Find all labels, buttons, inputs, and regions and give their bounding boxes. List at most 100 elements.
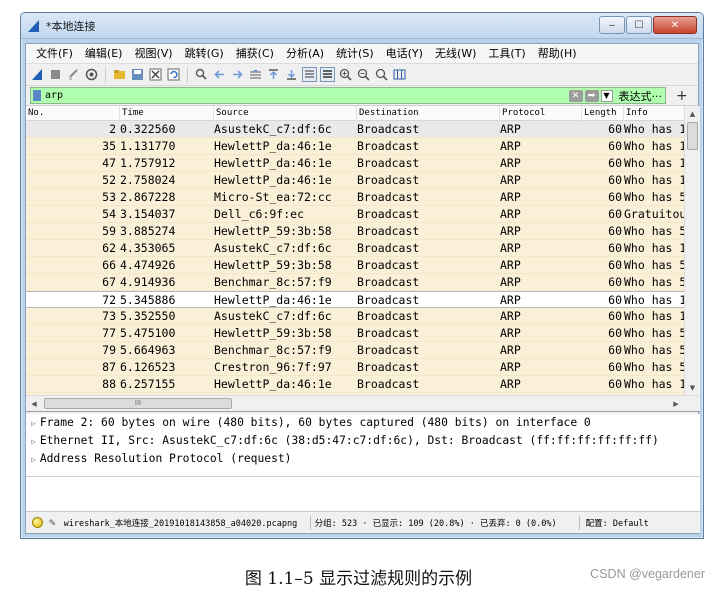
horizontal-scrollbar-thumb[interactable]: III xyxy=(44,398,232,409)
cell-info: Gratuitou xyxy=(624,207,684,221)
scrollbar-thumb[interactable] xyxy=(687,122,698,150)
expand-triangle-icon[interactable]: ▷ xyxy=(31,455,36,464)
profile-selector[interactable]: 配置: Default xyxy=(586,517,649,529)
column-header-length[interactable]: Length xyxy=(582,106,624,121)
table-row[interactable]: 72 5.345886 HewlettP_da:46:1e Broadcast ARP 6… xyxy=(26,291,684,308)
goto-icon[interactable] xyxy=(248,67,263,82)
menu-item[interactable]: 捕获(C) xyxy=(230,44,280,64)
title-bar[interactable]: *本地连接 ‒ ☐ ✕ xyxy=(21,13,703,39)
display-filter-input[interactable] xyxy=(45,90,565,101)
table-row[interactable]: 88 6.257155 HewlettP_da:46:1e Broadcast ARP 6… xyxy=(26,376,684,393)
cell-no: 77 xyxy=(102,326,116,340)
table-row[interactable]: 59 3.885274 HewlettP_59:3b:58 Broadcast ARP 6… xyxy=(26,223,684,240)
table-row[interactable]: 73 5.352550 AsustekC_c7:df:6c Broadcast ARP 6… xyxy=(26,308,684,325)
restart-icon[interactable] xyxy=(66,67,81,82)
menu-item[interactable]: 无线(W) xyxy=(429,44,482,64)
detail-ethernet[interactable]: ▷ Ethernet II, Src: AsustekC_c7:df:6c (38… xyxy=(26,432,700,450)
menu-item[interactable]: 跳转(G) xyxy=(179,44,230,64)
save-icon[interactable] xyxy=(130,67,145,82)
column-header-source[interactable]: Source xyxy=(214,106,357,121)
scroll-left-icon[interactable]: ◀ xyxy=(26,396,42,411)
colorize-icon[interactable] xyxy=(320,67,335,82)
stop-icon[interactable] xyxy=(48,67,63,82)
table-row[interactable]: 66 4.474926 HewlettP_59:3b:58 Broadcast ARP 6… xyxy=(26,257,684,274)
scroll-down-icon[interactable]: ▼ xyxy=(685,380,700,396)
options-gear-icon[interactable] xyxy=(84,67,99,82)
table-row[interactable]: 62 4.353065 AsustekC_c7:df:6c Broadcast ARP 6… xyxy=(26,240,684,257)
toolbar-separator xyxy=(105,66,106,83)
cell-info: Who has 1 xyxy=(624,139,684,153)
menu-item[interactable]: 帮助(H) xyxy=(532,44,583,64)
resize-columns-icon[interactable] xyxy=(392,67,407,82)
cell-source: AsustekC_c7:df:6c xyxy=(214,309,332,323)
close-file-icon[interactable] xyxy=(148,67,163,82)
find-icon[interactable] xyxy=(194,67,209,82)
cell-no: 66 xyxy=(102,258,116,272)
table-row[interactable]: 2 0.322560 AsustekC_c7:df:6c Broadcast ARP 60… xyxy=(26,121,684,138)
cell-source: HewlettP_59:3b:58 xyxy=(214,224,332,238)
menu-item[interactable]: 工具(T) xyxy=(482,44,531,64)
expand-triangle-icon[interactable]: ▷ xyxy=(31,437,36,446)
table-row[interactable]: 47 1.757912 HewlettP_da:46:1e Broadcast ARP 6… xyxy=(26,155,684,172)
table-row[interactable]: 35 1.131770 HewlettP_da:46:1e Broadcast ARP 6… xyxy=(26,138,684,155)
back-arrow-icon[interactable] xyxy=(212,67,227,82)
minimize-button[interactable]: ‒ xyxy=(599,16,625,34)
column-header-info[interactable]: Info xyxy=(624,106,684,121)
bookmark-icon[interactable] xyxy=(33,90,41,101)
menu-item[interactable]: 统计(S) xyxy=(330,44,380,64)
chevron-down-icon[interactable]: ▼ xyxy=(600,89,613,102)
first-packet-icon[interactable] xyxy=(266,67,281,82)
scroll-right-icon[interactable]: ▶ xyxy=(668,396,684,411)
autoscroll-icon[interactable] xyxy=(302,67,317,82)
capture-comment-icon[interactable]: ✎ xyxy=(49,516,56,529)
cell-no: 62 xyxy=(102,241,116,255)
column-header-time[interactable]: Time xyxy=(120,106,214,121)
expression-button[interactable]: 表达式··· xyxy=(619,88,663,104)
expand-triangle-icon[interactable]: ▷ xyxy=(31,419,36,428)
column-header-destination[interactable]: Destination xyxy=(357,106,500,121)
vertical-scrollbar[interactable]: ▲ ▼ xyxy=(684,106,700,396)
cell-time: 3.154037 xyxy=(120,207,176,221)
forward-arrow-icon[interactable] xyxy=(230,67,245,82)
zoom-in-icon[interactable] xyxy=(338,67,353,82)
zoom-normal-icon[interactable] xyxy=(374,67,389,82)
shark-fin-icon[interactable] xyxy=(30,67,45,82)
apply-filter-icon[interactable]: ➡ xyxy=(584,89,599,102)
cell-protocol: ARP xyxy=(500,258,521,272)
table-row[interactable]: 67 4.914936 Benchmar_8c:57:f9 Broadcast ARP 6… xyxy=(26,274,684,291)
close-button[interactable]: ✕ xyxy=(653,16,697,34)
zoom-out-icon[interactable] xyxy=(356,67,371,82)
pane-divider[interactable] xyxy=(26,476,700,477)
column-header-protocol[interactable]: Protocol xyxy=(500,106,582,121)
detail-frame[interactable]: ▷ Frame 2: 60 bytes on wire (480 bits), 6… xyxy=(26,414,700,432)
table-row[interactable]: 87 6.126523 Crestron_96:7f:97 Broadcast ARP 6… xyxy=(26,359,684,376)
toolbar-separator xyxy=(187,66,188,83)
expert-info-icon[interactable] xyxy=(32,517,43,528)
table-row[interactable]: 54 3.154037 Dell_c6:9f:ec Broadcast ARP 60 Gra… xyxy=(26,206,684,223)
table-row[interactable]: 53 2.867228 Micro-St_ea:72:cc Broadcast ARP 6… xyxy=(26,189,684,206)
cell-protocol: ARP xyxy=(500,207,521,221)
menu-item[interactable]: 视图(V) xyxy=(128,44,178,64)
table-row[interactable]: 77 5.475100 HewlettP_59:3b:58 Broadcast ARP 6… xyxy=(26,325,684,342)
menu-item[interactable]: 文件(F) xyxy=(30,44,79,64)
display-filter-field[interactable]: ✕ ➡ ▼ 表达式··· xyxy=(30,87,666,104)
add-filter-button[interactable]: + xyxy=(676,88,688,104)
menu-item[interactable]: 编辑(E) xyxy=(79,44,129,64)
maximize-button[interactable]: ☐ xyxy=(626,16,652,34)
detail-arp[interactable]: ▷ Address Resolution Protocol (request) xyxy=(26,450,700,468)
horizontal-scrollbar[interactable]: ◀ III ▶ xyxy=(26,395,700,411)
last-packet-icon[interactable] xyxy=(284,67,299,82)
cell-time: 5.345886 xyxy=(120,293,176,307)
column-header-no[interactable]: No. xyxy=(26,106,120,121)
menu-item[interactable]: 电话(Y) xyxy=(380,44,429,64)
detail-frame-text: Frame 2: 60 bytes on wire (480 bits), 60… xyxy=(39,416,591,429)
watermark: CSDN @vegardener xyxy=(590,567,705,581)
reload-icon[interactable] xyxy=(166,67,181,82)
clear-filter-icon[interactable]: ✕ xyxy=(568,89,583,102)
open-folder-icon[interactable] xyxy=(112,67,127,82)
table-row[interactable]: 52 2.758024 HewlettP_da:46:1e Broadcast ARP 6… xyxy=(26,172,684,189)
table-row[interactable]: 79 5.664963 Benchmar_8c:57:f9 Broadcast ARP 6… xyxy=(26,342,684,359)
menu-item[interactable]: 分析(A) xyxy=(280,44,330,64)
scroll-up-icon[interactable]: ▲ xyxy=(685,106,700,122)
cell-length: 60 xyxy=(608,258,622,272)
